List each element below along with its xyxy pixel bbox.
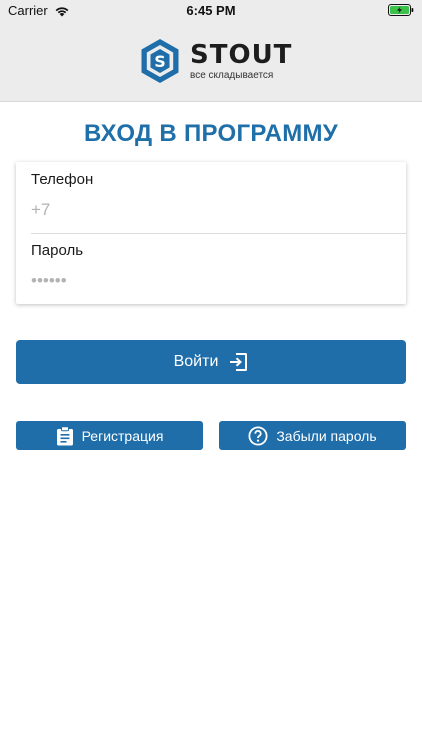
password-input[interactable] [31, 271, 391, 291]
login-button[interactable]: Войти [16, 340, 406, 384]
register-button-label: Регистрация [81, 427, 164, 444]
phone-label: Телефон [31, 171, 94, 188]
brand-tagline: все складывается [190, 69, 274, 81]
password-label: Пароль [31, 242, 84, 259]
svg-text:S: S [154, 52, 166, 71]
question-circle-icon [248, 425, 268, 446]
phone-field-group: Телефон [31, 171, 406, 220]
status-bar: Carrier 6:45 PM [0, 0, 422, 22]
forgot-button-label: Забыли пароль [276, 427, 377, 444]
phone-input[interactable] [31, 200, 391, 220]
brand-logo: S STOUT все складывается [140, 38, 292, 84]
status-right [388, 4, 414, 16]
app-header: Carrier 6:45 PM S STOUT все складывается [0, 0, 422, 102]
status-time: 6:45 PM [186, 3, 236, 18]
register-button[interactable]: Регистрация [16, 421, 203, 450]
password-field-group: Пароль [31, 242, 406, 291]
forgot-password-button[interactable]: Забыли пароль [219, 421, 406, 450]
login-form: Телефон Пароль [16, 162, 406, 304]
stout-logo-icon: S [141, 39, 179, 83]
clipboard-icon [56, 425, 74, 446]
brand-name: STOUT [190, 39, 293, 70]
login-arrow-icon [230, 353, 248, 371]
page-title: ВХОД В ПРОГРАММУ [83, 120, 339, 147]
battery-charging-icon [388, 4, 414, 16]
login-button-label: Войти [173, 353, 219, 370]
field-divider [31, 233, 406, 234]
